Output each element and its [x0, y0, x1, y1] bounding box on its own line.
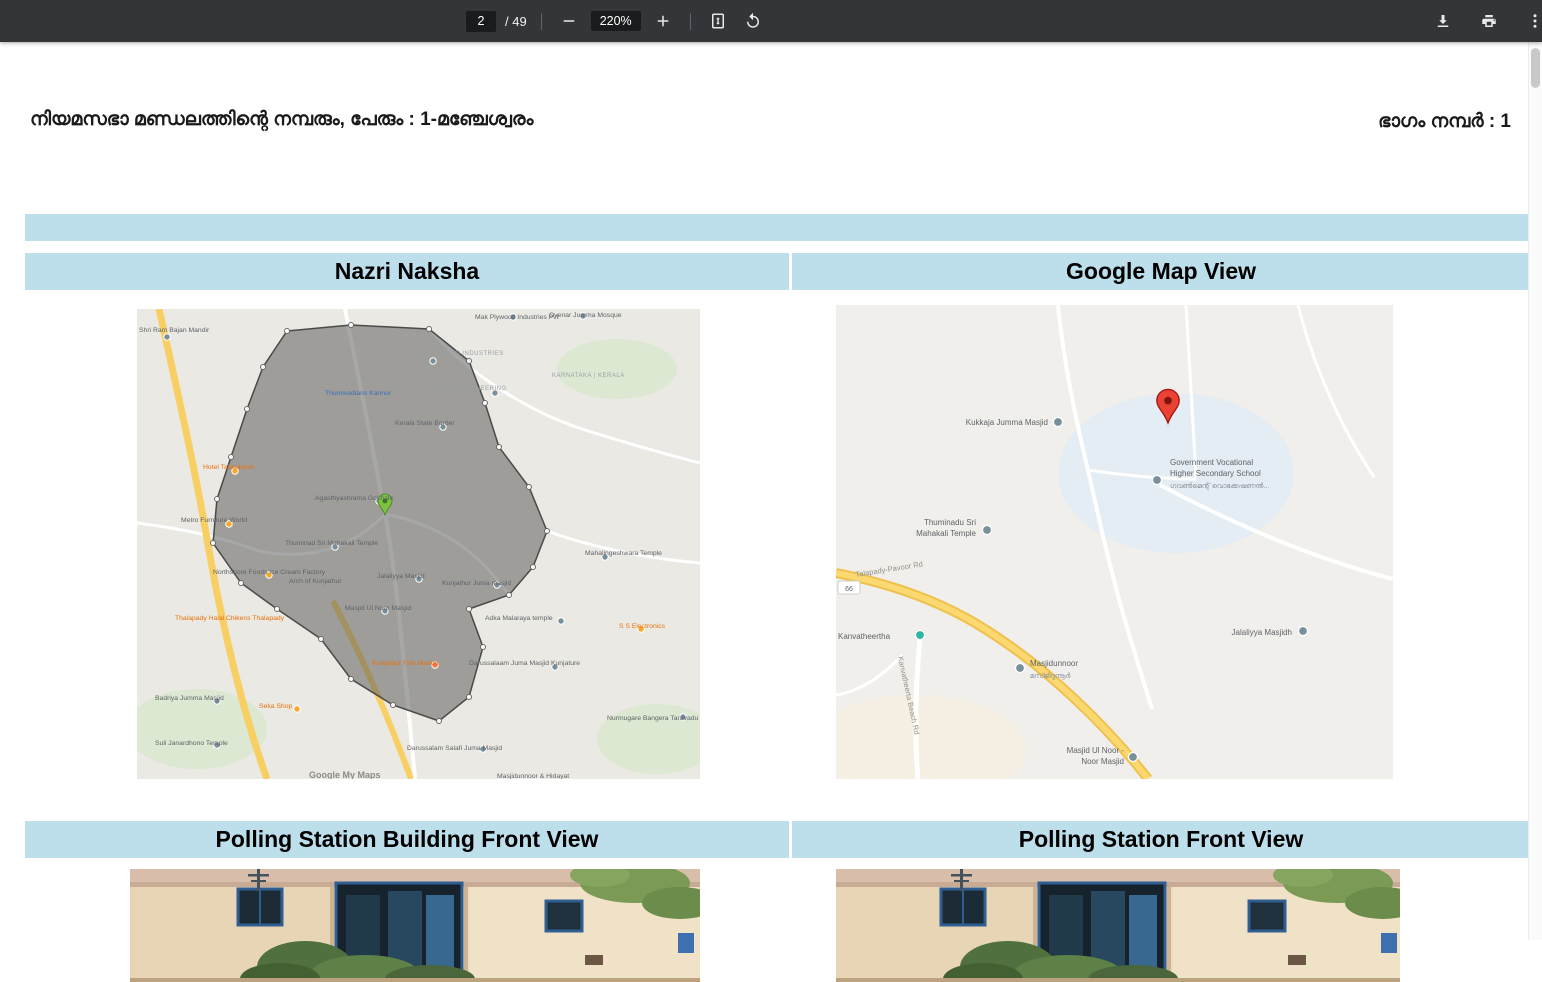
map-label: Arch of Kunjathur — [289, 578, 342, 585]
map-label: Masjidunnoor — [1030, 659, 1078, 668]
map-label: Thumivadians Kannur — [325, 390, 392, 397]
map-label: Kukkaja Jumma Masjid — [966, 418, 1048, 427]
map-label: Higher Secondary School — [1170, 469, 1261, 478]
map-label: Ovenar Jumma Mosque — [549, 312, 622, 319]
map-label: Metro Furniture World — [181, 517, 247, 524]
minus-icon — [563, 20, 574, 22]
map-label: Kunjathur Fish Market — [372, 660, 439, 667]
road-badge-66: 66 — [837, 580, 861, 595]
zoom-level-label: 220% — [590, 11, 641, 31]
map-label: Nurmugare Bangera Taravadu — [607, 715, 699, 722]
toolbar-center-controls: / 49 220% — [466, 0, 766, 42]
building-photo — [130, 869, 700, 982]
map-label: Kerala State Border — [395, 420, 455, 427]
print-button[interactable] — [1476, 8, 1502, 34]
map-label: Seka Shop — [259, 703, 292, 710]
fit-to-page-icon — [711, 13, 724, 29]
pdf-page: നിയമസഭാ മണ്ഡലത്തിന്റെ നമ്പരും, പേരും : 1… — [0, 42, 1530, 982]
polling-station-building-photo — [130, 869, 700, 982]
nazri-naksha-map-image: Mak Plywood Industries Pvt Ovenar Jumma … — [137, 309, 700, 779]
google-my-maps-watermark: Google My Maps — [309, 770, 381, 779]
map-label: Shri Ram Bajan Mandir — [139, 327, 210, 334]
map-label: Kunjathur Juma masjid — [442, 580, 511, 587]
map-label: Government Vocational — [1170, 458, 1253, 467]
map-label: Darussalam Salafi Juma Masjid — [407, 745, 502, 752]
polling-station-front-photo — [836, 869, 1400, 982]
route-66-label: 66 — [845, 586, 853, 593]
map-label: Thuminad Sri Mahakali Temple — [285, 540, 378, 547]
map-label: KARNATAKA | KERALA — [552, 373, 625, 379]
map-label: Northshore Foods Ice Cream Factory — [213, 569, 326, 576]
more-options-button[interactable] — [1522, 8, 1542, 34]
map-label: Jalaliyya Masjidh — [1232, 628, 1292, 637]
table-top-band — [25, 214, 1530, 241]
map-label: S S Electronics — [619, 623, 666, 630]
scrollbar-thumb[interactable] — [1531, 48, 1540, 88]
map-label: Agasthyashrama Gokhale — [315, 495, 393, 502]
map-label: Thalapady Halal Chikens Thalapady — [175, 615, 285, 622]
rotate-counterclockwise-icon — [746, 12, 759, 28]
polling-station-front-header: Polling Station Front View — [792, 821, 1530, 858]
map-label: Masjid Ul Noor Masjid — [345, 605, 411, 612]
map-label: മസ്ജിദുന്നൂർ — [1030, 672, 1070, 681]
map-label: Kanvatheertha — [838, 632, 891, 641]
fit-to-page-button[interactable] — [705, 8, 731, 34]
constituency-header: നിയമസഭാ മണ്ഡലത്തിന്റെ നമ്പരും, പേരും : 1… — [30, 109, 534, 130]
map-label: Mahalingeshwara Temple — [585, 550, 662, 557]
zoom-out-button[interactable] — [556, 8, 582, 34]
rotate-button[interactable] — [740, 8, 766, 34]
map-label: Noor Masjid — [1081, 757, 1124, 766]
pdf-viewer-window: / 49 220% — [0, 0, 1542, 982]
map-label: Suli Janardhono Temple — [155, 740, 228, 747]
download-button[interactable] — [1430, 8, 1456, 34]
more-vertical-icon — [1533, 14, 1537, 28]
nazri-naksha-header: Nazri Naksha — [25, 253, 789, 290]
zoom-in-button[interactable] — [650, 8, 676, 34]
map-label: Darussalaam Juma Masjid Kunjature — [469, 660, 580, 667]
map-label: Masjidunnoor & Hidayat — [497, 773, 569, 779]
print-icon — [1482, 15, 1496, 27]
plus-icon — [657, 15, 668, 27]
map-label: H.N.L. ENGINEERING — [437, 386, 507, 392]
map-label: Thuminadu Sri — [924, 518, 976, 527]
map-label: Badriya Jumma Masjid — [155, 695, 224, 702]
map-label: Hotel Talatakand — [203, 464, 254, 471]
map-label: ഗവൺമെന്റ് വൊക്കേഷണൽ... — [1170, 482, 1269, 491]
map-label: PRECHA WOOD INDUSTRIES — [409, 351, 504, 357]
map-label: Adka Malaraya temple — [485, 615, 553, 622]
pdf-toolbar: / 49 220% — [0, 0, 1542, 42]
toolbar-separator — [689, 12, 691, 30]
toolbar-separator — [540, 12, 542, 30]
google-map: 66 Kukkaja Jumma Masjid Government Vocat… — [836, 305, 1393, 779]
google-map-image: 66 Kukkaja Jumma Masjid Government Vocat… — [836, 305, 1393, 779]
nazri-naksha-map: Mak Plywood Industries Pvt Ovenar Jumma … — [137, 309, 700, 779]
polling-station-building-front-header: Polling Station Building Front View — [25, 821, 789, 858]
page-count-label: / 49 — [505, 13, 527, 29]
download-icon — [1437, 15, 1449, 27]
map-label: Jalaliyya Masjid — [377, 573, 425, 580]
vertical-scrollbar[interactable] — [1528, 42, 1542, 940]
page-number-input[interactable] — [466, 10, 496, 32]
google-map-view-header: Google Map View — [792, 253, 1530, 290]
part-number-header: ഭാഗം നമ്പർ : 1 — [1378, 111, 1511, 132]
building-photo — [836, 869, 1400, 982]
toolbar-right-controls — [1430, 0, 1542, 42]
map-label: Mahakali Temple — [916, 529, 976, 538]
map-label: Masjid Ul Noor - — [1067, 746, 1125, 755]
map-label: Mak Plywood Industries Pvt — [475, 314, 559, 321]
